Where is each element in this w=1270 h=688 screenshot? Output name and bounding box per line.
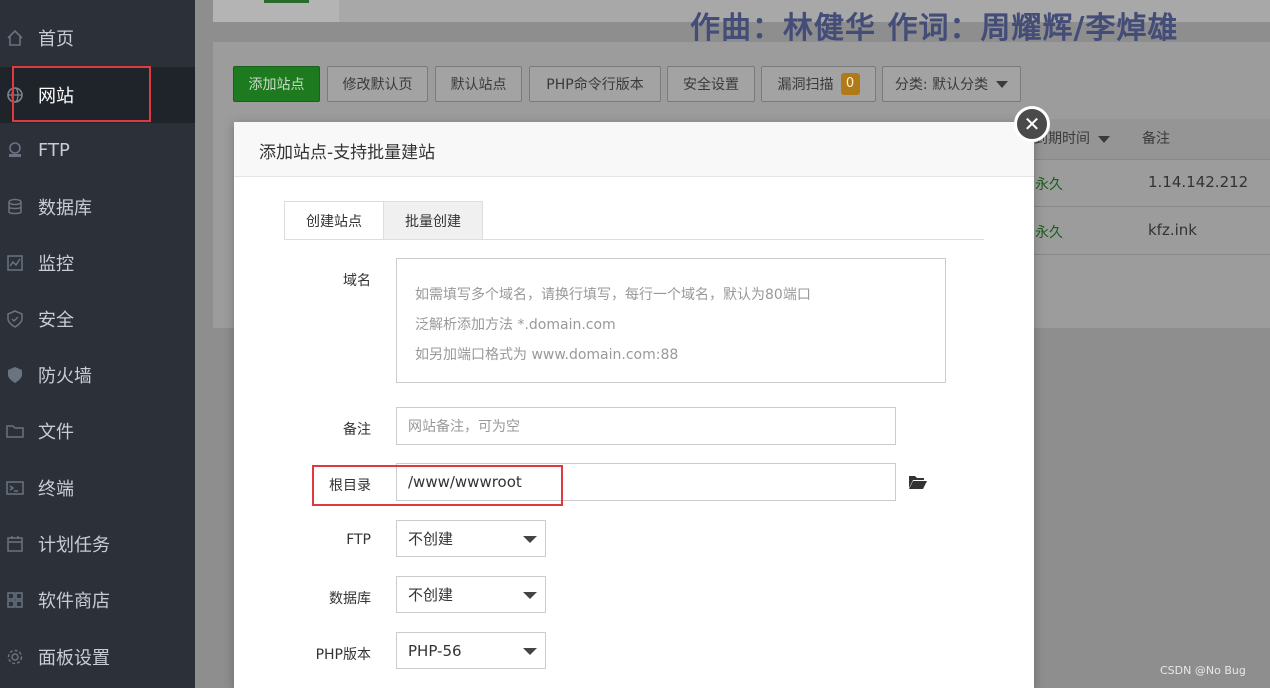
vuln-count-badge: 0 [840, 73, 860, 95]
sidebar-item-label: 数据库 [38, 198, 92, 219]
database-select-value: 不创建 [408, 586, 454, 604]
tab-create-site[interactable]: 创建站点 [284, 201, 384, 240]
calendar-icon [6, 535, 24, 553]
add-site-button[interactable]: 添加站点 [233, 66, 320, 102]
watermark-text: CSDN @No Bug [1160, 664, 1246, 677]
vuln-scan-label: 漏洞扫描 [777, 77, 834, 93]
table-row-divider [1034, 254, 1270, 255]
modal-title: 添加站点-支持批量建站 [259, 143, 436, 163]
sidebar-item-database[interactable]: 数据库 [0, 179, 195, 235]
top-tab-indicator [264, 0, 309, 3]
chevron-down-icon [523, 648, 537, 655]
default-site-button[interactable]: 默认站点 [435, 66, 522, 102]
sidebar-item-cron[interactable]: 计划任务 [0, 516, 195, 572]
sidebar-item-label: 终端 [38, 479, 74, 500]
category-label: 分类: 默认分类 [894, 77, 989, 93]
folder-icon [6, 422, 24, 440]
table-cell-expire: 永久 [1035, 177, 1063, 193]
highlight-box-website [12, 66, 151, 122]
sidebar-item-label: 计划任务 [38, 535, 110, 556]
ftp-label: FTP [346, 532, 371, 548]
table-cell-expire: 永久 [1035, 225, 1063, 241]
monitor-icon [6, 254, 24, 272]
overlay-lyrics-text: 作曲：林健华 作词：周耀辉/李焯雄 [690, 11, 1179, 46]
chevron-down-icon [996, 80, 1009, 88]
chevron-down-icon [523, 592, 537, 599]
sidebar-item-label: 防火墙 [38, 366, 92, 387]
tabs-divider [284, 239, 984, 240]
sidebar-item-security[interactable]: 安全 [0, 291, 195, 347]
sidebar-item-app-store[interactable]: 软件商店 [0, 572, 195, 628]
firewall-icon [6, 366, 24, 384]
top-tab-active[interactable] [213, 0, 339, 22]
close-icon[interactable]: ✕ [1014, 106, 1050, 142]
add-site-modal: 添加站点-支持批量建站 创建站点 批量创建 域名 如需填写多个域名，请换行填写，… [234, 122, 1034, 688]
sidebar-item-files[interactable]: 文件 [0, 403, 195, 459]
database-label: 数据库 [329, 591, 371, 607]
ftp-select[interactable]: 不创建 [396, 520, 546, 557]
category-dropdown[interactable]: 分类: 默认分类 [882, 66, 1021, 102]
table-cell-note[interactable]: kfz.ink [1148, 221, 1197, 239]
database-select[interactable]: 不创建 [396, 576, 546, 613]
sidebar-item-label: 监控 [38, 254, 74, 275]
table-cell-note[interactable]: 1.14.142.212 [1148, 173, 1248, 191]
sidebar-item-label: 首页 [38, 29, 74, 50]
php-cli-version-button[interactable]: PHP命令行版本 [529, 66, 661, 102]
sidebar-item-label: 软件商店 [38, 591, 110, 612]
modal-header: 添加站点-支持批量建站 [234, 122, 1034, 177]
terminal-icon [6, 479, 24, 497]
sidebar-item-terminal[interactable]: 终端 [0, 460, 195, 516]
sidebar-item-label: 面板设置 [38, 648, 110, 669]
note-input[interactable]: 网站备注，可为空 [396, 407, 896, 445]
gear-icon [6, 648, 24, 666]
sidebar-item-home[interactable]: 首页 [0, 10, 195, 66]
php-version-label: PHP版本 [315, 647, 371, 663]
highlight-box-root-dir [312, 465, 563, 506]
security-settings-button[interactable]: 安全设置 [667, 66, 755, 102]
sort-down-icon [1098, 135, 1111, 143]
domain-placeholder-line: 泛解析添加方法 *.domain.com [415, 317, 616, 333]
column-header-note: 备注 [1142, 131, 1170, 147]
note-label: 备注 [343, 422, 371, 438]
vuln-scan-button[interactable]: 漏洞扫描 0 [761, 66, 876, 102]
sidebar-item-firewall[interactable]: 防火墙 [0, 347, 195, 403]
domain-placeholder-line: 如需填写多个域名，请换行填写，每行一个域名，默认为80端口 [415, 287, 811, 303]
sidebar-item-label: 安全 [38, 310, 74, 331]
php-version-select-value: PHP-56 [408, 641, 462, 660]
folder-open-icon[interactable] [908, 474, 928, 490]
edit-default-page-button[interactable]: 修改默认页 [327, 66, 428, 102]
sidebar-item-panel-settings[interactable]: 面板设置 [0, 629, 195, 685]
domain-label: 域名 [343, 273, 371, 289]
grid-icon [6, 591, 24, 609]
ftp-icon [6, 141, 24, 159]
database-icon [6, 198, 24, 216]
sidebar-item-label: FTP [38, 139, 70, 161]
php-version-select[interactable]: PHP-56 [396, 632, 546, 669]
ftp-select-value: 不创建 [408, 530, 454, 548]
sidebar-item-ftp[interactable]: FTP [0, 122, 195, 178]
tab-batch-create[interactable]: 批量创建 [383, 201, 483, 240]
sidebar-item-label: 文件 [38, 422, 74, 443]
table-row-divider [1034, 206, 1270, 207]
shield-icon [6, 310, 24, 328]
domain-placeholder-line: 如另加端口格式为 www.domain.com:88 [415, 347, 679, 363]
home-icon [6, 29, 24, 47]
sidebar-item-monitor[interactable]: 监控 [0, 235, 195, 291]
domain-textarea[interactable]: 如需填写多个域名，请换行填写，每行一个域名，默认为80端口 泛解析添加方法 *.… [396, 258, 946, 383]
chevron-down-icon [523, 536, 537, 543]
